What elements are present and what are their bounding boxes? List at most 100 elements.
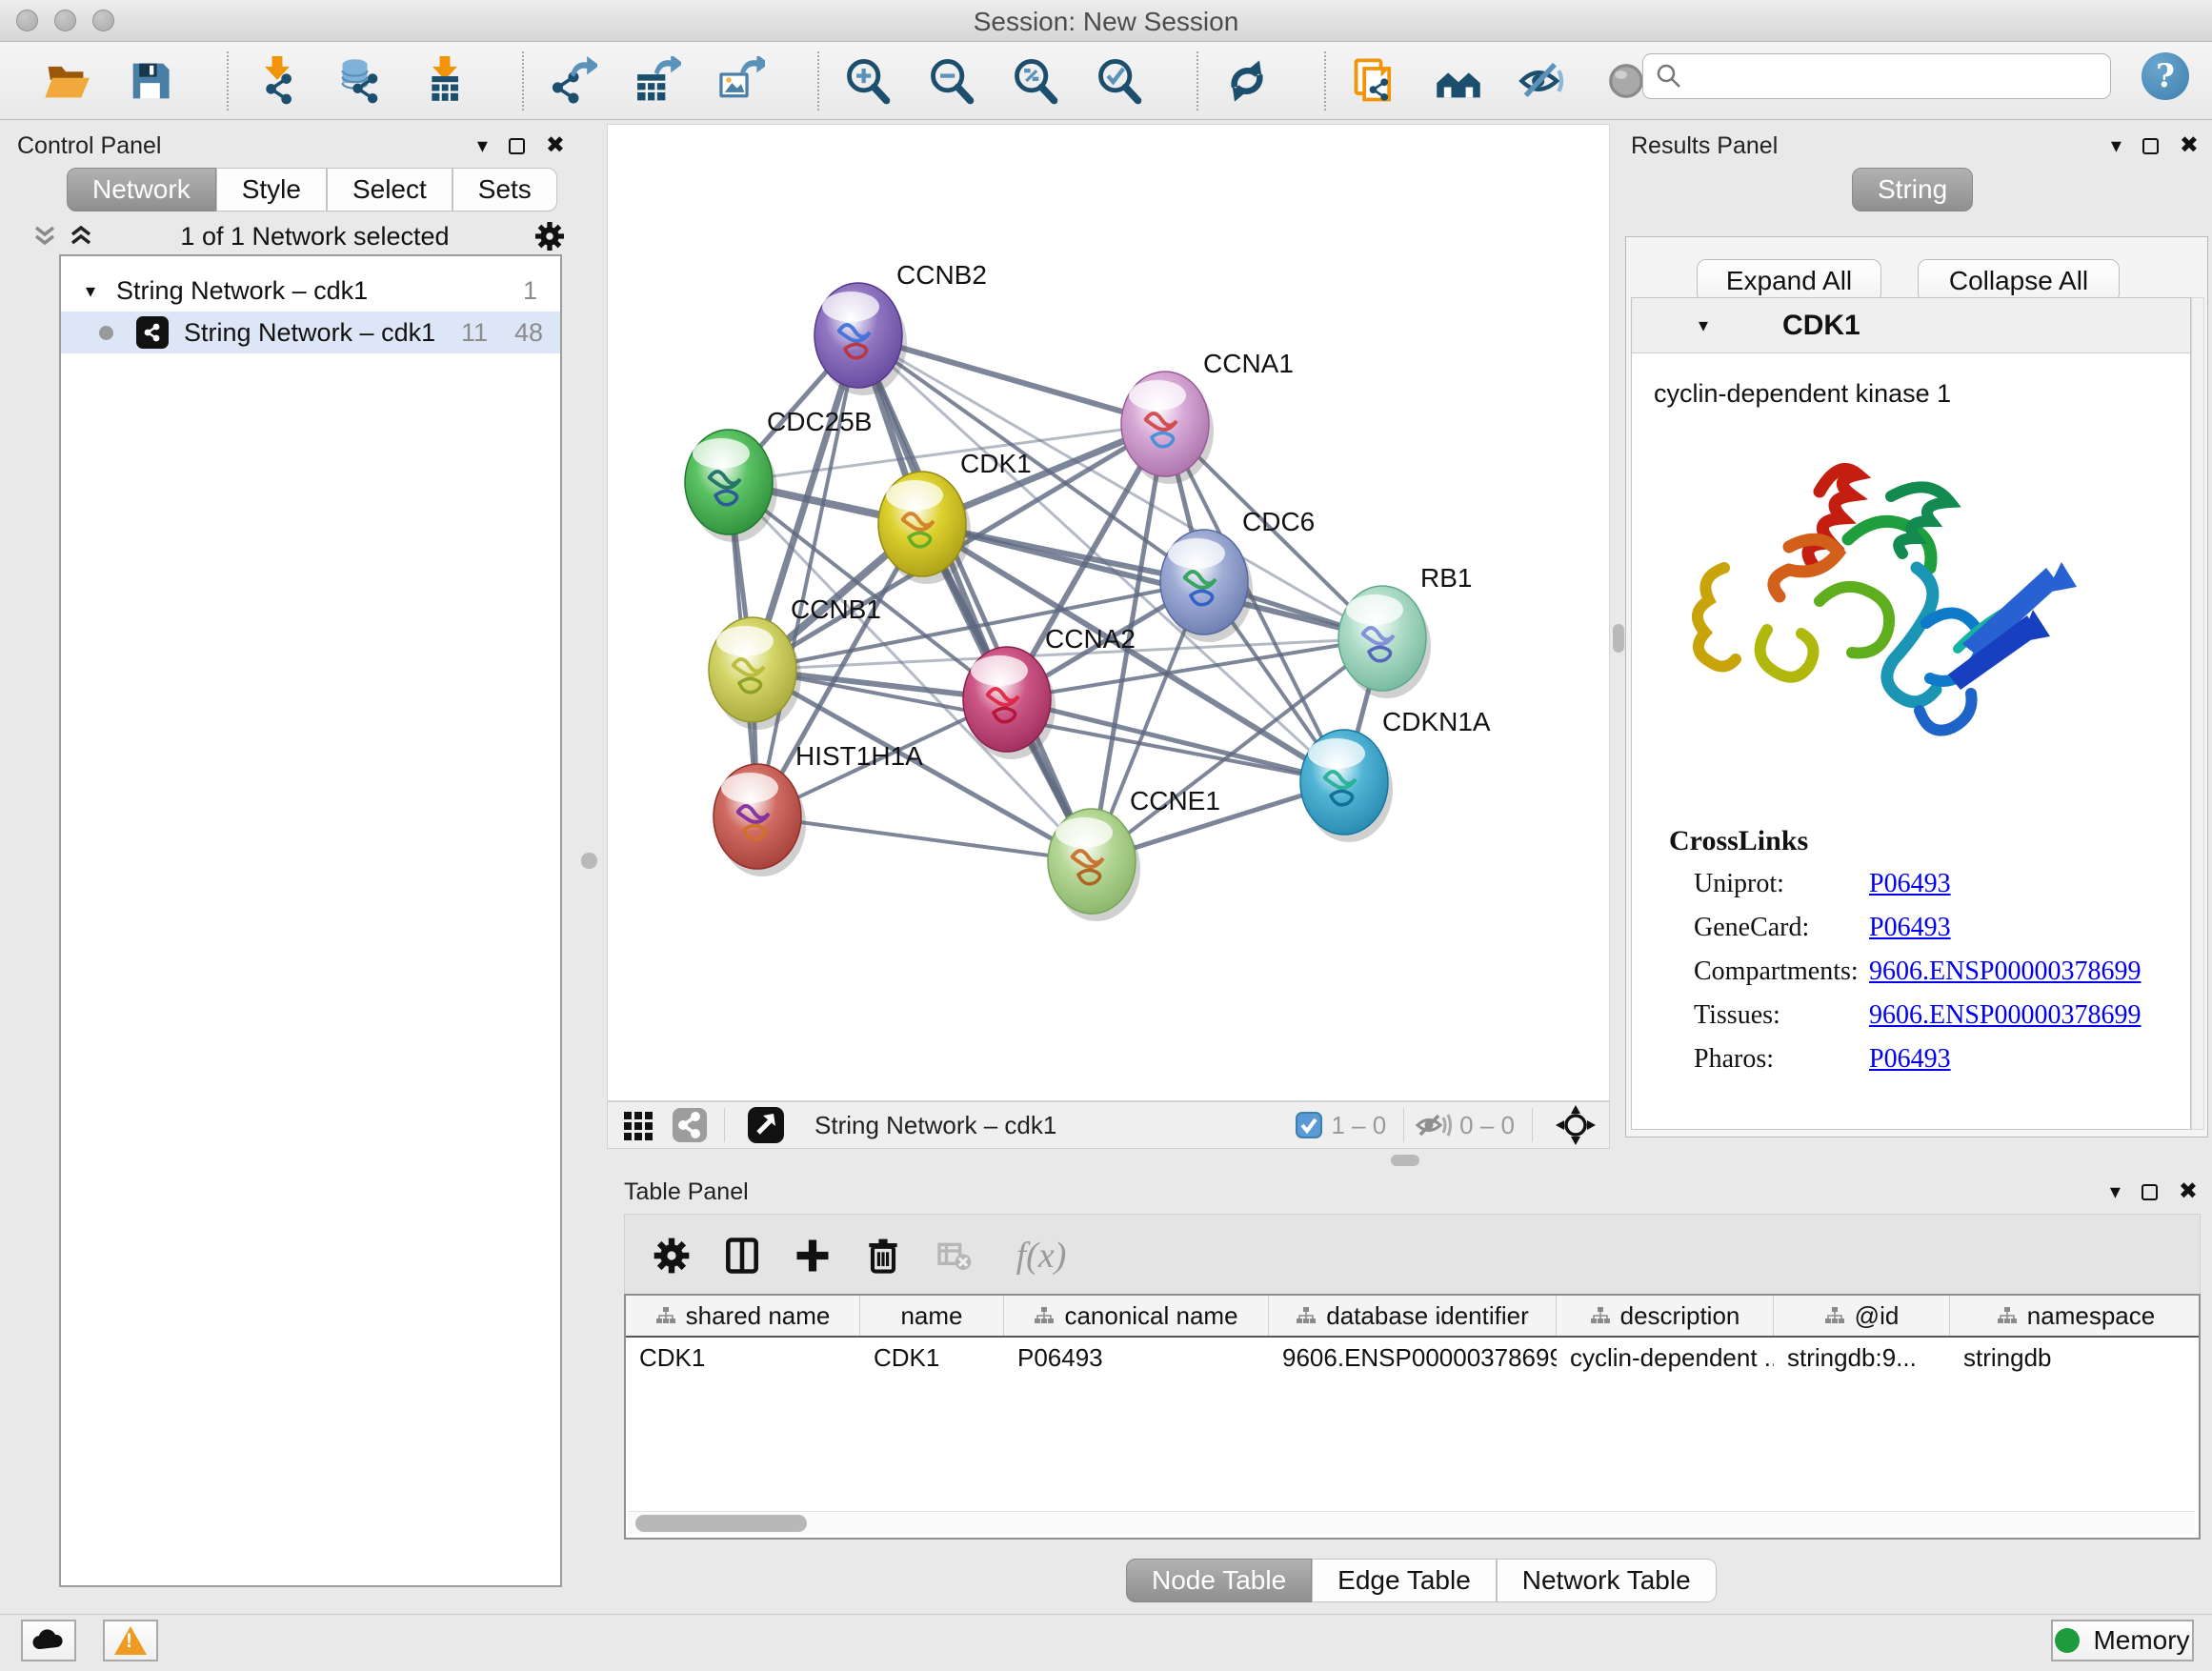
control-panel-close-icon[interactable]: ✖: [546, 134, 565, 157]
tab-network-table[interactable]: Network Table: [1497, 1559, 1717, 1602]
warning-button[interactable]: [103, 1620, 158, 1661]
export-image-icon[interactable]: [713, 53, 768, 109]
network-edge[interactable]: [922, 524, 1382, 638]
results-panel-float-icon[interactable]: [2142, 138, 2159, 154]
selected-checkbox-icon[interactable]: [1295, 1111, 1323, 1139]
left-splitter-handle[interactable]: [581, 853, 597, 869]
grid-view-icon[interactable]: [621, 1107, 657, 1143]
bottom-splitter-handle[interactable]: [1391, 1155, 1419, 1166]
open-session-icon[interactable]: [38, 53, 93, 109]
column-header-description[interactable]: description: [1557, 1296, 1774, 1336]
table-settings-gear-icon[interactable]: [646, 1230, 697, 1281]
delete-column-trash-icon[interactable]: [857, 1230, 909, 1281]
save-session-icon[interactable]: [122, 53, 177, 109]
collection-expand-icon[interactable]: ▾: [86, 279, 95, 303]
network-row[interactable]: String Network – cdk1 11 48: [61, 312, 560, 353]
network-node-cdkn1a[interactable]: CDKN1A: [1300, 707, 1491, 842]
application-window: Session: New Session ? Control Panel ▾ ✖…: [0, 0, 2212, 1671]
column-header-shared-name[interactable]: shared name: [626, 1296, 860, 1336]
control-panel-float-icon[interactable]: [509, 138, 525, 154]
string-home-icon[interactable]: [1431, 53, 1486, 109]
table-horizontal-scrollbar[interactable]: [628, 1511, 2195, 1534]
clone-network-icon[interactable]: [1347, 53, 1402, 109]
control-panel-menu-icon[interactable]: ▾: [477, 135, 488, 156]
tab-sets[interactable]: Sets: [452, 168, 557, 211]
crosslink-link[interactable]: P06493: [1869, 913, 1951, 943]
tab-string[interactable]: String: [1852, 168, 1973, 211]
zoom-out-icon[interactable]: [924, 53, 979, 109]
table-cell[interactable]: stringdb: [1950, 1343, 2201, 1373]
results-panel-menu-icon[interactable]: ▾: [2111, 135, 2122, 156]
table-cell[interactable]: cyclin-dependent ...: [1557, 1343, 1774, 1373]
protein-structure-image: [1677, 425, 2077, 796]
crosslink-link[interactable]: P06493: [1869, 1044, 1951, 1075]
table-panel-close-icon[interactable]: ✖: [2179, 1180, 2198, 1203]
collapse-all-icon[interactable]: [29, 222, 61, 251]
search-box[interactable]: [1642, 53, 2111, 99]
birds-eye-view-icon[interactable]: [1554, 1103, 1598, 1147]
gene-collapse-icon[interactable]: ▾: [1699, 313, 1708, 337]
results-scrollbar[interactable]: [2191, 297, 2204, 1130]
column-header-namespace[interactable]: namespace: [1950, 1296, 2201, 1336]
expand-all-icon[interactable]: [65, 222, 97, 251]
export-network-icon[interactable]: [545, 53, 600, 109]
table-cell[interactable]: CDK1: [626, 1343, 860, 1373]
node-label: CCNB1: [791, 594, 881, 624]
network-node-hist1h1a[interactable]: HIST1H1A: [714, 741, 923, 876]
table-cell[interactable]: 9606.ENSP00000378699: [1269, 1343, 1557, 1373]
show-columns-icon[interactable]: [716, 1230, 768, 1281]
network-collection-row[interactable]: ▾ String Network – cdk1 1: [61, 270, 560, 312]
network-edge[interactable]: [858, 335, 1092, 861]
right-splitter-handle[interactable]: [1613, 624, 1624, 653]
zoom-in-icon[interactable]: [840, 53, 895, 109]
network-node-rb1[interactable]: RB1: [1338, 563, 1472, 698]
column-header--id[interactable]: @id: [1774, 1296, 1950, 1336]
tab-node-table[interactable]: Node Table: [1126, 1559, 1312, 1602]
hide-selected-icon[interactable]: [1515, 53, 1570, 109]
toolbar-separator: [1403, 1108, 1404, 1142]
column-header-canonical-name[interactable]: canonical name: [1004, 1296, 1269, 1336]
crosslink-link[interactable]: P06493: [1869, 869, 1951, 899]
table-cell[interactable]: CDK1: [860, 1343, 1004, 1373]
tab-style[interactable]: Style: [216, 168, 327, 211]
crosslink-link[interactable]: 9606.ENSP00000378699: [1869, 956, 2141, 987]
memory-button[interactable]: Memory: [2051, 1620, 2194, 1661]
node-table[interactable]: shared namenamecanonical namedatabase id…: [624, 1294, 2201, 1540]
cloud-button[interactable]: [21, 1620, 76, 1661]
add-column-icon[interactable]: [787, 1230, 838, 1281]
table-cell[interactable]: P06493: [1004, 1343, 1269, 1373]
search-input[interactable]: [1683, 57, 2110, 95]
gene-section-header[interactable]: ▾ CDK1: [1632, 298, 2190, 353]
import-table-icon[interactable]: [417, 53, 473, 109]
import-network-icon[interactable]: [250, 53, 305, 109]
toolbar-separator: [1324, 51, 1326, 111]
column-header-name[interactable]: name: [860, 1296, 1004, 1336]
network-share-icon[interactable]: [671, 1106, 709, 1144]
export-table-icon[interactable]: [629, 53, 684, 109]
tab-edge-table[interactable]: Edge Table: [1312, 1559, 1497, 1602]
network-options-gear-icon[interactable]: [533, 219, 567, 253]
table-cell[interactable]: stringdb:9...: [1774, 1343, 1950, 1373]
column-header-database-identifier[interactable]: database identifier: [1269, 1296, 1557, 1336]
help-button[interactable]: ?: [2142, 52, 2189, 100]
crosslink-link[interactable]: 9606.ENSP00000378699: [1869, 1000, 2141, 1031]
zoom-fit-icon[interactable]: [1008, 53, 1063, 109]
scrollbar-thumb[interactable]: [635, 1515, 807, 1532]
table-panel-float-icon[interactable]: [2142, 1184, 2158, 1200]
network-node-cdc6[interactable]: CDC6: [1160, 507, 1315, 642]
tab-select[interactable]: Select: [327, 168, 452, 211]
fit-content-icon[interactable]: [746, 1105, 786, 1145]
refresh-icon[interactable]: [1219, 53, 1275, 109]
network-edge[interactable]: [757, 816, 1092, 861]
import-database-icon[interactable]: [333, 53, 389, 109]
network-label: String Network – cdk1: [184, 318, 435, 348]
control-panel-title: Control Panel: [17, 132, 161, 160]
results-panel-close-icon[interactable]: ✖: [2180, 134, 2199, 157]
tab-network[interactable]: Network: [67, 168, 216, 211]
network-canvas[interactable]: CCNB2CCNA1CDC25BCDK1CDC6RB1CCNB1CCNA2CDK…: [607, 124, 1610, 1101]
network-node-ccnb1[interactable]: CCNB1: [709, 594, 881, 730]
table-panel-menu-icon[interactable]: ▾: [2110, 1181, 2121, 1202]
zoom-selected-icon[interactable]: [1092, 53, 1147, 109]
network-node-ccne1[interactable]: CCNE1: [1048, 786, 1220, 921]
table-row[interactable]: CDK1CDK1P064939606.ENSP00000378699cyclin…: [626, 1338, 2199, 1378]
